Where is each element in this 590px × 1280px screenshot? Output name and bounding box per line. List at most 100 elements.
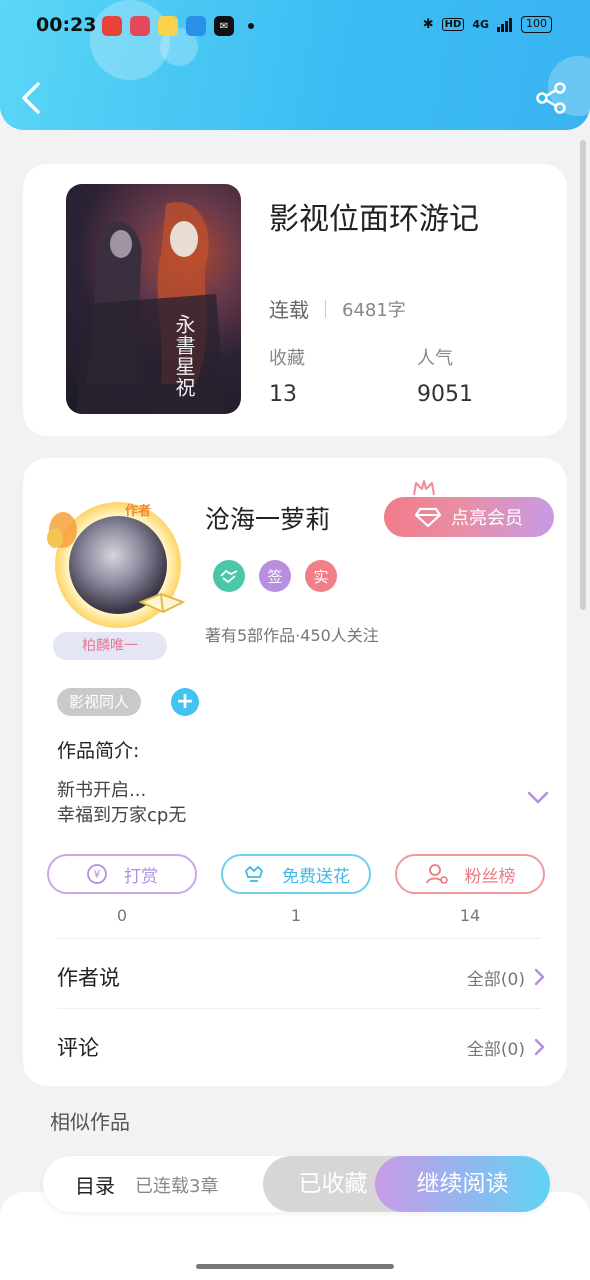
intro-line: 新书开启... xyxy=(57,780,147,801)
word-count: 6481字 xyxy=(342,299,406,321)
continue-reading-button[interactable]: 继续阅读 xyxy=(375,1156,550,1212)
intro-text: 新书开启... 幸福到万家cp无 xyxy=(57,778,186,828)
author-says-row[interactable]: 作者说 全部(0) xyxy=(57,952,545,1002)
book-decor-icon xyxy=(138,592,186,614)
favorites-stat: 收藏 13 xyxy=(269,344,305,407)
battery-icon: 100 xyxy=(521,16,552,33)
status-bar: 00:23 ✉ ✱ HD 4G 100 xyxy=(0,10,590,44)
chevron-right-icon xyxy=(534,1038,545,1056)
popularity-value: 9051 xyxy=(417,382,473,407)
app-notification-icon xyxy=(130,16,150,36)
svg-text:¥: ¥ xyxy=(94,868,101,881)
vip-button[interactable]: 点亮会员 xyxy=(384,480,554,537)
verified-badge-label: 实 xyxy=(313,567,329,586)
flower-icon xyxy=(245,866,263,882)
book-info-card: 永書星祝 影视位面环游记 连载 6481字 收藏 13 人气 9051 xyxy=(23,164,567,436)
author-says-all[interactable]: 全部(0) xyxy=(467,965,545,990)
signed-badge[interactable]: 签 xyxy=(259,560,291,592)
status-time: 00:23 xyxy=(36,14,97,36)
signal-icon xyxy=(497,17,512,32)
vip-button-label: 点亮会员 xyxy=(451,508,523,529)
author-badge: 作者 xyxy=(125,504,152,519)
book-status: 连载 xyxy=(269,298,309,322)
free-flower-button[interactable]: 免费送花 xyxy=(221,854,371,894)
network-label: 4G xyxy=(472,18,489,31)
divider xyxy=(57,1008,541,1009)
hd-icon: HD xyxy=(441,18,465,31)
app-notification-icon xyxy=(186,16,206,36)
intro-line: 幸福到万家cp无 xyxy=(57,805,187,826)
app-notification-icon xyxy=(102,16,122,36)
book-cover[interactable]: 永書星祝 xyxy=(66,184,241,414)
popularity-label: 人气 xyxy=(417,348,453,369)
popularity-stat: 人气 9051 xyxy=(417,344,473,407)
reward-count: 0 xyxy=(116,906,128,925)
author-says-label: 作者说 xyxy=(57,966,120,990)
divider xyxy=(57,938,541,939)
mail-icon: ✉ xyxy=(214,16,234,36)
chevron-right-icon xyxy=(534,968,545,986)
battery-level: 100 xyxy=(526,17,547,30)
back-arrow-icon xyxy=(22,82,40,114)
fans-rank-button[interactable]: 粉丝榜 xyxy=(395,854,545,894)
free-flower-label: 免费送花 xyxy=(282,866,350,887)
reward-action: ¥ 打赏 0 xyxy=(47,854,197,925)
share-icon xyxy=(536,82,566,114)
signed-badge-label: 签 xyxy=(267,567,283,586)
chapter-count[interactable]: 已连载3章 xyxy=(135,1172,218,1198)
back-button[interactable] xyxy=(18,78,48,118)
toc-button[interactable]: 目录 xyxy=(75,1170,115,1199)
author-avatar-frame[interactable]: 作者 柏麟唯一 xyxy=(41,492,196,667)
crown-icon xyxy=(413,480,435,496)
fans-action: 粉丝榜 14 xyxy=(395,854,545,925)
notification-icons: ✉ xyxy=(102,16,254,36)
continue-reading-label: 继续阅读 xyxy=(416,1171,509,1197)
comments-all[interactable]: 全部(0) xyxy=(467,1035,545,1060)
app-notification-icon xyxy=(158,16,178,36)
bottom-action-bar: 目录 已连载3章 已收藏 继续阅读 xyxy=(43,1156,550,1212)
handshake-icon xyxy=(220,569,238,584)
share-button[interactable] xyxy=(536,82,568,114)
book-title: 影视位面环游记 xyxy=(269,202,479,237)
bluetooth-icon: ✱ xyxy=(422,17,434,32)
cover-art xyxy=(76,202,226,414)
user-rank-icon xyxy=(425,864,448,884)
author-name-tag: 柏麟唯一 xyxy=(53,632,167,660)
favorites-label: 收藏 xyxy=(269,348,305,369)
author-badges: 签 实 xyxy=(213,560,337,592)
status-right: ✱ HD 4G 100 xyxy=(423,16,552,33)
action-buttons: ¥ 打赏 0 免费送花 1 粉丝榜 14 xyxy=(47,854,545,925)
comments-label: 评论 xyxy=(57,1036,99,1060)
reward-button[interactable]: ¥ 打赏 xyxy=(47,854,197,894)
more-notifications-icon xyxy=(248,23,254,29)
author-name[interactable]: 沧海一萝莉 xyxy=(205,500,330,536)
author-card: 作者 柏麟唯一 沧海一萝莉 点亮会员 签 实 著有5部作品·450人关注 影视同… xyxy=(23,458,567,1086)
scrollbar[interactable] xyxy=(580,140,586,610)
fans-rank-label: 粉丝榜 xyxy=(464,866,516,887)
header: 00:23 ✉ ✱ HD 4G 100 xyxy=(0,0,590,130)
author-stats: 著有5部作品·450人关注 xyxy=(205,626,379,645)
genre-tag[interactable]: 影视同人 xyxy=(57,688,142,716)
author-says-value: 全部(0) xyxy=(466,969,525,990)
flower-action: 免费送花 1 xyxy=(221,854,371,925)
similar-works-title: 相似作品 xyxy=(50,1110,130,1134)
home-indicator[interactable] xyxy=(196,1264,394,1269)
expand-intro-button[interactable] xyxy=(527,790,549,806)
tag-row: 影视同人 + xyxy=(57,688,200,716)
flower-decor-icon xyxy=(47,512,77,548)
comments-row[interactable]: 评论 全部(0) xyxy=(57,1022,545,1072)
book-meta: 连载 6481字 xyxy=(269,294,406,323)
divider xyxy=(325,299,326,318)
reward-label: 打赏 xyxy=(124,866,158,887)
add-tag-button[interactable]: + xyxy=(171,688,200,716)
verified-badge[interactable]: 实 xyxy=(305,560,337,592)
fans-count: 14 xyxy=(459,906,481,925)
diamond-icon xyxy=(415,507,441,528)
chevron-down-icon xyxy=(527,791,549,804)
intro-label: 作品简介: xyxy=(57,740,140,762)
handshake-badge-icon[interactable] xyxy=(213,560,245,592)
favorites-value: 13 xyxy=(269,382,297,407)
flower-count: 1 xyxy=(290,906,302,925)
collected-label: 已收藏 xyxy=(298,1171,368,1197)
yuan-coin-icon: ¥ xyxy=(87,864,107,884)
